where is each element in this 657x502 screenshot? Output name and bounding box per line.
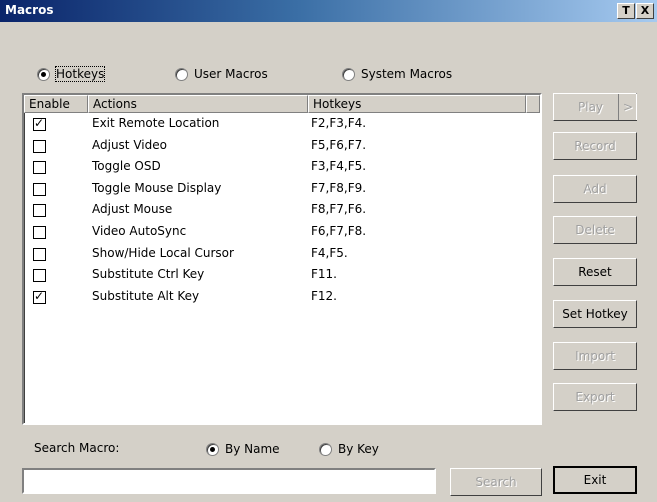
close-button[interactable]: X — [636, 3, 654, 19]
action-cell: Adjust Mouse — [92, 202, 173, 217]
export-button[interactable]: Export — [553, 383, 637, 411]
enable-checkbox[interactable] — [33, 269, 46, 283]
radio-user-macros-indicator[interactable] — [175, 67, 188, 81]
record-button[interactable]: Record — [553, 132, 637, 160]
window-title: Macros — [5, 3, 54, 17]
search-macro-label: Search Macro: — [34, 441, 120, 455]
enable-checkbox[interactable] — [33, 139, 46, 153]
action-cell: Toggle Mouse Display — [92, 180, 222, 195]
hotkey-cell: F5,F6,F7. — [311, 137, 367, 152]
import-button[interactable]: Import — [553, 342, 637, 370]
action-cell: Show/Hide Local Cursor — [92, 245, 234, 260]
enable-checkbox[interactable] — [33, 204, 46, 218]
column-header-hotkeys[interactable]: Hotkeys — [308, 95, 526, 113]
radio-by-key-indicator[interactable] — [319, 442, 332, 456]
hotkey-cell: F4,F5. — [311, 245, 348, 260]
action-cell: Substitute Alt Key — [92, 288, 200, 303]
delete-button[interactable]: Delete — [553, 216, 637, 244]
radio-by-key[interactable]: By Key — [319, 442, 379, 456]
action-cell: Substitute Ctrl Key — [92, 267, 205, 282]
action-cell: Video AutoSync — [92, 224, 187, 238]
radio-by-name[interactable]: By Name — [206, 442, 280, 456]
radio-user-macros-label: User Macros — [194, 67, 268, 81]
action-cell: Adjust Video — [92, 137, 167, 152]
radio-hotkeys[interactable]: Hotkeys — [37, 66, 106, 82]
exit-button[interactable]: Exit — [553, 466, 637, 494]
table-row[interactable]: Adjust Video F5,F6,F7. — [24, 137, 540, 158]
hotkey-cell: F3,F4,F5. — [311, 159, 367, 174]
macro-list[interactable]: Enable Actions Hotkeys Exit Remote Locat… — [22, 93, 542, 425]
pin-button[interactable]: T — [617, 3, 635, 19]
hotkey-cell: F11. — [311, 267, 337, 282]
radio-system-macros-indicator[interactable] — [342, 67, 355, 81]
action-cell: Toggle OSD — [92, 159, 161, 174]
play-button-label: Play — [578, 100, 604, 114]
radio-by-key-label: By Key — [338, 442, 379, 456]
search-button[interactable]: Search — [450, 468, 542, 496]
radio-user-macros[interactable]: User Macros — [175, 67, 268, 81]
radio-by-name-indicator[interactable] — [206, 442, 219, 456]
play-button[interactable]: Play > — [553, 93, 637, 121]
play-dropdown-arrow[interactable]: > — [618, 94, 637, 120]
table-row[interactable]: Exit Remote Location F2,F3,F4. — [24, 115, 540, 136]
table-row[interactable]: Adjust Mouse F8,F7,F6. — [24, 201, 540, 222]
enable-checkbox[interactable] — [33, 116, 46, 131]
radio-by-name-label: By Name — [225, 442, 280, 456]
hotkey-cell: F8,F7,F6. — [311, 202, 367, 217]
table-row[interactable]: Video AutoSync F6,F7,F8. — [24, 223, 540, 244]
table-row[interactable]: Toggle OSD F3,F4,F5. — [24, 158, 540, 179]
set-hotkey-button[interactable]: Set Hotkey — [553, 300, 637, 328]
radio-system-macros-label: System Macros — [361, 67, 453, 81]
enable-checkbox[interactable] — [33, 289, 46, 304]
table-row[interactable]: Substitute Ctrl Key F11. — [24, 266, 540, 287]
radio-hotkeys-indicator[interactable] — [37, 67, 50, 81]
hotkey-cell: F7,F8,F9. — [311, 180, 367, 195]
column-header-actions[interactable]: Actions — [88, 95, 308, 113]
action-cell: Exit Remote Location — [92, 116, 220, 130]
hotkey-cell: F2,F3,F4. — [311, 116, 367, 130]
hotkey-cell: F12. — [311, 288, 337, 303]
enable-checkbox[interactable] — [33, 226, 46, 239]
column-header-enable[interactable]: Enable — [24, 95, 88, 113]
enable-checkbox[interactable] — [33, 161, 46, 175]
radio-system-macros[interactable]: System Macros — [342, 67, 452, 81]
table-row[interactable]: Show/Hide Local Cursor F4,F5. — [24, 245, 540, 266]
title-bar: Macros T X — [0, 0, 657, 22]
table-row[interactable]: Substitute Alt Key F12. — [24, 288, 540, 309]
reset-button[interactable]: Reset — [553, 258, 637, 286]
table-row[interactable]: Toggle Mouse Display F7,F8,F9. — [24, 180, 540, 201]
add-button[interactable]: Add — [553, 175, 637, 203]
radio-hotkeys-label: Hotkeys — [54, 66, 106, 82]
enable-checkbox[interactable] — [33, 182, 46, 196]
column-header-filler — [526, 95, 540, 113]
enable-checkbox[interactable] — [33, 247, 46, 261]
hotkey-cell: F6,F7,F8. — [311, 224, 367, 238]
search-input[interactable] — [22, 468, 436, 494]
